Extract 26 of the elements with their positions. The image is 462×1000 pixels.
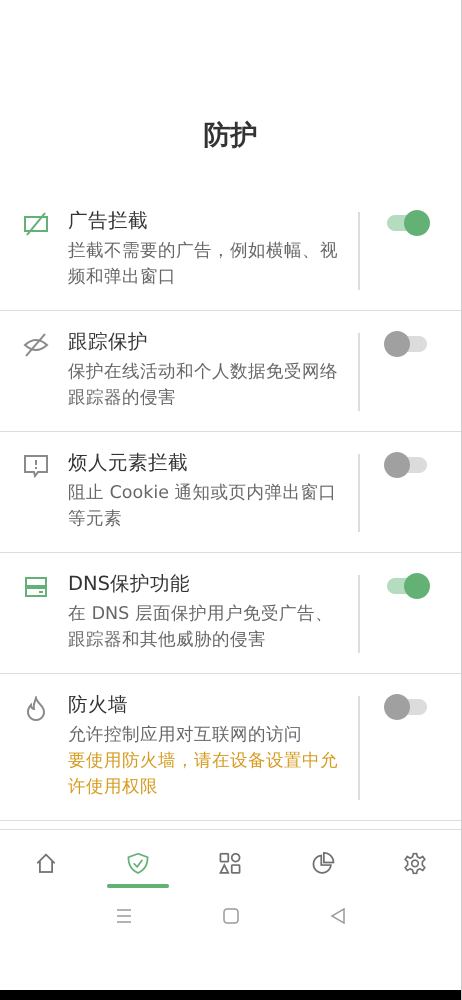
ad-block-icon xyxy=(23,212,49,236)
menu-icon[interactable] xyxy=(116,908,132,924)
toggle-switch[interactable] xyxy=(384,694,430,720)
feature-title: 防火墙 xyxy=(68,692,129,718)
feature-title: 广告拦截 xyxy=(68,208,149,234)
shapes-icon[interactable] xyxy=(217,852,244,875)
feature-description: 阻止 Cookie 通知或页内弹出窗口等元素 xyxy=(68,482,338,531)
feature-description: 在 DNS 层面保护用户免受广告、跟踪器和其他威胁的侵害 xyxy=(68,603,334,652)
permission-warning[interactable]: 要使用防火墙，请在设备设置中允许使用权限 xyxy=(68,748,340,800)
shield-check-icon[interactable] xyxy=(125,852,152,875)
pie-chart-icon[interactable] xyxy=(310,852,336,875)
feature-description: 拦截不需要的广告，例如横幅、视频和弹出窗口 xyxy=(68,240,339,289)
feature-description: 允许控制应用对互联网的访问 xyxy=(68,724,303,747)
alert-message-icon xyxy=(23,454,49,478)
feature-title: DNS保护功能 xyxy=(68,571,191,597)
selected-tab-indicator xyxy=(107,884,170,888)
square-icon[interactable] xyxy=(222,908,238,924)
crossed-eye-icon xyxy=(23,333,49,357)
server-icon xyxy=(23,575,49,599)
feature-title: 跟踪保护 xyxy=(68,329,149,355)
toggle-switch[interactable] xyxy=(384,452,430,478)
feature-description: 保护在线活动和个人数据免受网络跟踪器的侵害 xyxy=(68,361,339,410)
back-icon[interactable] xyxy=(330,908,346,924)
page-title: 防护 xyxy=(202,119,258,153)
feature-title: 烦人元素拦截 xyxy=(68,450,189,476)
toggle-switch[interactable] xyxy=(384,331,430,357)
